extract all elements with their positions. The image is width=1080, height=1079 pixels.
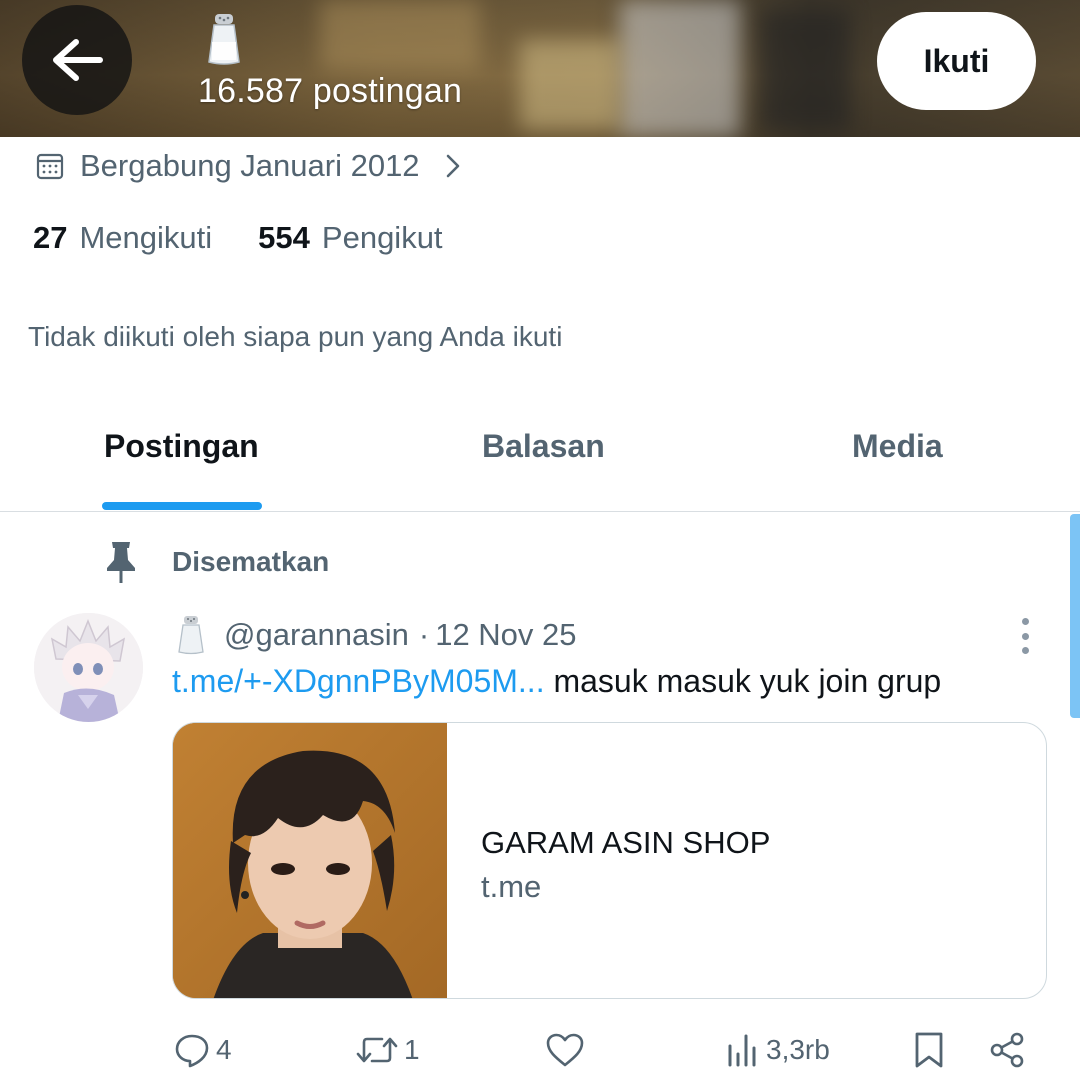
views-icon [728,1034,756,1067]
link-card-image [173,723,447,998]
post-author-handle[interactable]: @garannasin [224,617,409,653]
heart-icon [546,1033,584,1067]
scrollbar[interactable] [1070,514,1080,718]
banner-shape [620,0,740,137]
follow-button[interactable]: Ikuti [877,12,1036,110]
salt-shaker-icon [208,14,240,65]
tab-media[interactable]: Media [852,428,943,465]
banner-shape [520,40,620,130]
bookmark-button[interactable] [913,1025,945,1075]
share-button[interactable] [988,1025,1026,1075]
reply-button[interactable]: 4 [174,1025,232,1075]
followers-link[interactable]: 554 Pengikut [258,220,442,256]
like-button[interactable] [545,1025,585,1075]
views-button[interactable]: 3,3rb [726,1025,830,1075]
link-card-domain: t.me [481,869,542,905]
repost-count: 1 [404,1034,420,1065]
chevron-right-icon [446,154,459,178]
followers-count: 554 [258,220,310,255]
calendar-icon [36,153,64,180]
back-button[interactable] [22,5,132,115]
more-options-button[interactable] [1012,614,1038,658]
tab-posts[interactable]: Postingan [104,428,259,465]
post-body: masuk masuk yuk join grup [553,663,942,699]
join-date[interactable]: Bergabung Januari 2012 [36,146,464,186]
avatar-image [34,613,143,722]
post-date[interactable]: 12 Nov 25 [435,617,576,653]
link-card-title: GARAM ASIN SHOP [481,825,771,860]
more-vertical-icon [1021,647,1029,654]
more-vertical-icon [1021,632,1029,640]
more-vertical-icon [1021,618,1029,625]
link-card[interactable]: GARAM ASIN SHOP t.me [172,722,1047,999]
reply-count: 4 [216,1034,232,1065]
arrow-left-icon [53,39,103,81]
post-text: t.me/+-XDgnnPByM05M... masuk masuk yuk j… [172,663,941,700]
reply-icon [175,1034,209,1068]
pinned-label: Disematkan [172,546,330,577]
following-link[interactable]: 27 Mengikuti [33,220,212,256]
repost-button[interactable]: 1 [356,1025,420,1075]
profile-header: 16.587 postingan Ikuti [0,0,1080,137]
following-label: Mengikuti [79,220,213,255]
post-link[interactable]: t.me/+-XDgnnPByM05M... [172,663,545,699]
salt-shaker-icon [178,616,204,655]
link-card-info: GARAM ASIN SHOP t.me [447,723,770,998]
separator-dot: · [418,617,430,652]
profile-tabs: Postingan Balasan Media [0,400,1080,512]
followers-you-know-text: Tidak diikuti oleh siapa pun yang Anda i… [28,321,563,352]
followers-label: Pengikut [321,220,443,255]
join-date-text: Bergabung Januari 2012 [80,148,420,183]
tab-replies[interactable]: Balasan [482,428,605,465]
pin-icon [107,542,135,583]
card-photo [173,723,447,998]
post-header: @garannasin · 12 Nov 25 [176,613,577,657]
following-count: 27 [33,220,68,255]
follow-stats: 27 Mengikuti 554 Pengikut [33,220,443,256]
post-count: 16.587 postingan [198,72,463,110]
active-tab-indicator [102,502,262,510]
share-icon [990,1032,1024,1068]
avatar[interactable] [34,613,143,722]
pinned-indicator: Disematkan [104,540,329,584]
bookmark-icon [915,1032,943,1068]
banner-shape [320,0,480,70]
banner-shape [760,10,850,130]
views-count: 3,3rb [766,1034,830,1065]
repost-icon [356,1037,398,1063]
